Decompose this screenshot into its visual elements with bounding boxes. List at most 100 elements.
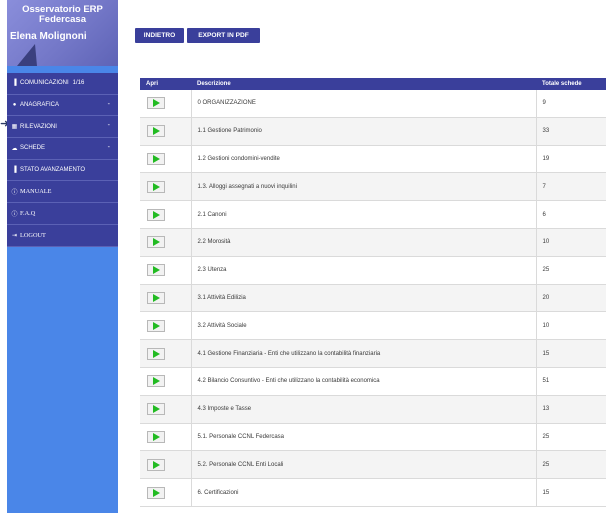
play-icon [153,321,160,330]
table-row: 3.2 Attività Sociale 10 [140,311,606,341]
table-row: 5.2. Personale CCNL Enti Locali 25 [140,450,606,480]
table-row: 1.3. Alloggi assegnati a nuovi inquilini… [140,172,606,202]
open-button[interactable] [147,125,165,138]
sidebar-item-manuale[interactable]: ⓘ MANUALE [7,181,118,204]
table-row: 1.2 Gestioni condomini-vendite 19 [140,145,606,174]
sidebar-item-anagrafica[interactable]: ● ANAGRAFICA - [7,94,118,117]
open-button[interactable] [147,97,165,110]
open-cell [140,395,192,424]
open-cell [140,478,192,507]
play-icon [153,488,160,497]
user-icon: ● [12,102,17,109]
open-button[interactable] [147,264,165,277]
play-icon [153,238,160,247]
open-button[interactable] [147,319,165,332]
sidebar-item-label: RILEVAZIONI [20,123,57,130]
description-cell: 1.3. Alloggi assegnati a nuovi inquilini [191,172,537,202]
total-cell: 15 [536,478,606,507]
export-pdf-button[interactable]: EXPORT IN PDF [187,28,260,43]
sidebar-item-label: STATO AVANZAMENTO [20,167,86,174]
description-cell: 1.2 Gestioni condomini-vendite [191,145,537,174]
open-cell [140,284,192,313]
open-button[interactable] [147,208,165,221]
table-icon: ▦ [11,124,18,131]
sidebar-item-label: F.A.Q [20,209,36,217]
sidebar-menu: ▐ COMUNICAZIONI 1/16 ● ANAGRAFICA - ▦ RI… [7,73,118,247]
sidebar-item-label: ANAGRAFICA [20,102,60,109]
description-cell: 3.1 Attività Edilizia [191,284,537,313]
total-cell: 10 [536,228,606,257]
sidebar-item-label: MANUALE [20,188,52,196]
table-row: 6. Certificazioni 15 [140,478,606,507]
table-header-row: Apri Descrizione Totale schede [140,78,606,90]
open-cell [140,367,192,396]
expand-indicator: - [107,100,110,108]
expand-indicator: - [107,122,110,130]
play-icon [153,127,160,136]
open-button[interactable] [147,403,165,416]
play-icon [153,405,160,414]
total-cell: 20 [536,284,606,313]
total-cell: 25 [536,423,606,452]
play-icon [153,154,160,163]
total-cell: 10 [536,311,606,341]
table-row: 4.3 Imposte e Tasse 13 [140,395,606,424]
sidebar-item-faq[interactable]: ⓘ F.A.Q [7,203,118,225]
play-icon [153,266,160,275]
play-icon [153,293,160,302]
sidebar-item-logout[interactable]: ⇥ LOGOUT [7,224,118,247]
app-title: Osservatorio ERP Federcasa [7,5,118,25]
total-cell: 15 [536,339,606,368]
description-cell: 5.2. Personale CCNL Enti Locali [191,450,537,480]
total-cell: 13 [536,395,606,424]
back-button[interactable]: INDIETRO [135,28,184,43]
sidebar-item-rilevazioni[interactable]: ▦ RILEVAZIONI - [7,116,118,139]
open-button[interactable] [147,236,165,249]
open-cell [140,117,192,146]
play-icon [153,210,160,219]
column-header-descrizione: Descrizione [191,78,536,90]
sidebar-item-label: COMUNICAZIONI [20,80,69,87]
open-button[interactable] [147,375,165,388]
play-icon [153,377,160,386]
sidebar-item-count: 1/16 [72,80,85,87]
play-icon [153,432,160,441]
bar-chart-icon: ▐ [12,167,17,174]
open-cell [140,256,192,285]
pointer-arrow-icon: ➜ [0,118,10,130]
sidebar-item-stato-avanzamento[interactable]: ▐ STATO AVANZAMENTO [7,159,118,182]
open-cell [140,200,192,229]
play-icon [153,99,160,108]
table-row: 1.1 Gestione Patrimonio 33 [140,117,606,146]
description-cell: 2.2 Morosità [191,228,537,257]
table-row: 5.1. Personale CCNL Federcasa 25 [140,423,606,452]
play-icon [153,349,160,358]
open-button[interactable] [147,430,165,443]
table-body: 0 ORGANIZZAZIONE 9 1.1 Gestione Patrimonio… [140,90,606,507]
sidebar-item-schede[interactable]: ☁ SCHEDE - [7,138,118,160]
table-row: 3.1 Attività Edilizia 20 [140,284,606,313]
sidebar-item-label: SCHEDE [20,145,46,152]
sidebar: Osservatorio ERP Federcasa Elena Moligno… [7,0,118,513]
total-cell: 25 [536,256,606,285]
open-button[interactable] [147,180,165,193]
open-cell [140,228,192,257]
total-cell: 25 [536,450,606,480]
description-cell: 4.2 Bilancio Consuntivo - Enti che utili… [191,367,537,396]
total-cell: 51 [536,367,606,396]
column-header-totale: Totale schede [536,78,606,90]
open-button[interactable] [147,152,165,165]
sidebar-item-comunicazioni[interactable]: ▐ COMUNICAZIONI 1/16 [7,73,118,95]
open-button[interactable] [147,486,165,499]
open-cell [140,145,192,174]
table-row: 2.1 Canoni 6 [140,200,606,229]
description-cell: 3.2 Attività Sociale [191,311,537,341]
open-button[interactable] [147,347,165,360]
total-cell: 7 [536,172,606,202]
open-button[interactable] [147,458,165,471]
total-cell: 6 [536,200,606,229]
cloud-icon: ☁ [11,145,18,152]
open-button[interactable] [147,291,165,304]
open-cell [140,90,192,118]
app-title-line2: Federcasa [38,14,86,25]
